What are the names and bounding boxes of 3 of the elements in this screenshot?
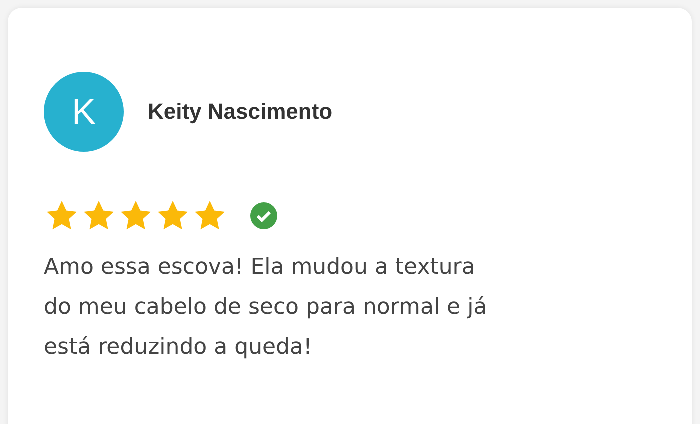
review-text: Amo essa escova! Ela mudou a textura do meu cabelo de seco para normal e já está reduzindo a queda! [44, 254, 488, 362]
avatar: K [44, 72, 124, 152]
author-name: Keity Nascimento [148, 99, 333, 125]
